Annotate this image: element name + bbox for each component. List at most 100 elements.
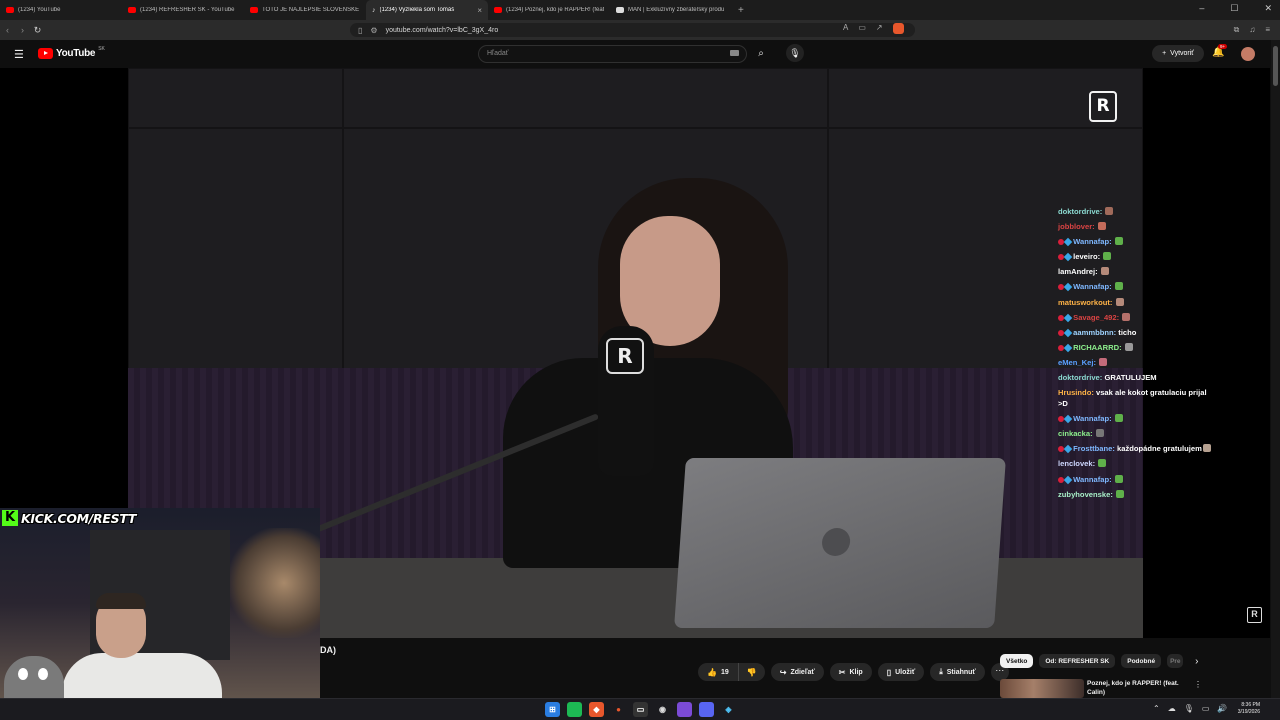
browser-tab[interactable]: MAN | Exkluzívny zberateľský produ <box>610 0 732 20</box>
audio-playing-icon: ♪ <box>372 7 376 14</box>
translate-icon[interactable]: A <box>843 23 848 34</box>
menu-icon[interactable]: ≡ <box>1265 25 1270 35</box>
chat-badges-icon <box>1058 444 1073 454</box>
url-field[interactable]: ▯ ⚙ youtube.com/watch?v=lbC_3gX_4ro <box>350 23 915 37</box>
save-button[interactable]: ▯ Uložiť <box>877 663 925 681</box>
more-options-icon[interactable]: ⋮ <box>1194 680 1202 689</box>
browser-tab-strip: (1234) YouTube (1234) REFRESHER SK - You… <box>0 0 1280 20</box>
chip-from-channel[interactable]: Od: REFRESHER SK <box>1039 654 1116 668</box>
brave-browser-icon[interactable]: ◆ <box>589 702 604 717</box>
acoustic-panel <box>128 68 343 128</box>
browser-tab[interactable]: (1234) Poznej, kdo je RAPPER! (feat. <box>488 0 610 20</box>
bookmark-icon[interactable]: ▯ <box>358 26 362 35</box>
media-icon[interactable]: ♫ <box>1249 25 1255 35</box>
chip-related[interactable]: Podobné <box>1121 654 1162 668</box>
github-icon[interactable]: ◉ <box>655 702 670 717</box>
search-input[interactable]: Hľadať <box>478 45 747 63</box>
windows-start-icon[interactable]: ⊞ <box>545 702 560 717</box>
chat-message: lamAndrej: <box>1058 264 1223 279</box>
forward-icon[interactable]: › <box>15 25 30 35</box>
youtube-icon <box>250 7 258 13</box>
terminal-icon[interactable]: ▭ <box>633 702 648 717</box>
video-title: DA) <box>320 645 336 655</box>
notifications-bell-icon[interactable]: 🔔 9+ <box>1212 44 1228 58</box>
youtube-logo[interactable]: YouTube SK <box>38 46 105 59</box>
site-info-icon[interactable]: ⚙ <box>370 26 377 35</box>
maximize-button[interactable]: ☐ <box>1230 3 1238 14</box>
minimize-button[interactable]: – <box>1199 3 1204 14</box>
page-scrollbar[interactable] <box>1271 40 1280 698</box>
new-tab-button[interactable]: + <box>732 5 744 16</box>
share-button[interactable]: ↪ Zdieľať <box>770 663 824 681</box>
chat-message: doktordrive: GRATULUJEM <box>1058 370 1223 385</box>
youtube-icon <box>6 7 14 13</box>
keyboard-icon[interactable] <box>730 50 739 56</box>
youtube-masthead: ☰ YouTube SK Hľadať ⌕ 🎙 + Vytvoriť 🔔 9+ <box>0 40 1280 68</box>
plus-icon: + <box>1162 50 1167 57</box>
system-clock[interactable]: 8:36 PM 3/19/2026 <box>1230 702 1260 716</box>
browser-tab-active[interactable]: ♪ (1234) Vyzliekla som Tomáš × <box>366 0 488 20</box>
streamer-webcam: K KICK.COM/RESTT <box>0 508 320 720</box>
chat-message: zubyhovenske: <box>1058 487 1223 502</box>
download-button[interactable]: ⤓ Stiahnuť <box>930 663 985 681</box>
steam-icon[interactable]: ◈ <box>721 702 736 717</box>
map-pin-icon[interactable]: ● <box>611 702 626 717</box>
chip-all[interactable]: Všetko <box>1000 654 1034 668</box>
chat-username: lamAndrej: <box>1058 267 1098 277</box>
dislike-button[interactable]: 👎 <box>738 663 765 681</box>
scrollbar-thumb[interactable] <box>1273 46 1278 86</box>
acoustic-panel <box>343 68 828 128</box>
mic-tray-icon[interactable]: 🎙 <box>1184 704 1194 713</box>
like-dislike-group: 👍 19 👎 <box>698 663 765 681</box>
back-icon[interactable]: ‹ <box>0 25 15 35</box>
network-icon[interactable]: ▭ <box>1202 704 1210 713</box>
chat-emote-icon <box>1095 429 1104 438</box>
cloud-icon[interactable]: ☁ <box>1168 704 1176 713</box>
browser-tab[interactable]: (1234) REFRESHER SK - YouTube <box>122 0 244 20</box>
brave-shield-icon[interactable] <box>892 23 904 34</box>
chat-emote-icon <box>1124 342 1133 351</box>
chat-emote-icon <box>1114 474 1123 483</box>
volume-icon[interactable]: 🔊 <box>1217 704 1227 713</box>
microphone-icon[interactable]: 🎙 <box>786 44 804 62</box>
kick-logo-icon: K <box>2 510 18 526</box>
youtube-play-icon <box>38 48 53 59</box>
recommended-video[interactable]: Poznej, kdo je RAPPER! (feat. Calin) ⋮ <box>1000 678 1202 698</box>
channel-watermark-icon[interactable]: R <box>1247 607 1262 623</box>
browser-tab[interactable]: (1234) YouTube <box>0 0 122 20</box>
cast-icon[interactable]: ▭ <box>858 23 866 34</box>
chat-username: doktordrive: <box>1058 207 1103 216</box>
extensions-icon[interactable]: ⧉ <box>1234 25 1240 35</box>
reload-icon[interactable]: ↻ <box>30 25 45 36</box>
chat-message: lenclovek: <box>1058 456 1223 471</box>
like-button[interactable]: 👍 19 <box>698 663 739 681</box>
twitch-icon[interactable] <box>677 702 692 717</box>
recommended-title[interactable]: Poznej, kdo je RAPPER! (feat. Calin) <box>1087 680 1187 697</box>
avatar[interactable] <box>1241 47 1255 61</box>
related-filter-chips: Všetko Od: REFRESHER SK Podobné Pre › <box>1000 654 1198 668</box>
recommended-thumbnail[interactable] <box>1000 679 1084 698</box>
os-taskbar: ⊞ ◆ ● ▭ ◉ ◈ ⌃ ☁ 🎙 ▭ 🔊 8:36 PM 3/19/2026 <box>0 698 1280 720</box>
close-window-button[interactable]: ✕ <box>1264 3 1272 14</box>
create-button[interactable]: + Vytvoriť <box>1152 45 1204 62</box>
apple-logo-icon <box>821 528 852 556</box>
chat-username: Wannafap: <box>1073 237 1112 247</box>
discord-icon[interactable] <box>699 702 714 717</box>
browser-tab[interactable]: TOTO JE NAJLEPŠIE SLOVENSKÉ UM <box>244 0 366 20</box>
chevron-right-icon[interactable]: › <box>1195 656 1198 667</box>
chevron-up-icon[interactable]: ⌃ <box>1153 704 1160 713</box>
chat-emote-icon <box>1114 282 1123 291</box>
app-icon[interactable] <box>567 702 582 717</box>
chip-partial[interactable]: Pre <box>1167 654 1184 668</box>
close-tab-icon[interactable]: × <box>477 6 482 15</box>
chat-username: matusworkout: <box>1058 297 1113 307</box>
chat-message: aammbbnn: ticho <box>1058 325 1223 340</box>
hamburger-menu-icon[interactable]: ☰ <box>14 48 24 61</box>
url-text: youtube.com/watch?v=lbC_3gX_4ro <box>385 26 499 34</box>
chat-badges-icon <box>1058 282 1073 292</box>
webcam-lamp <box>230 528 320 638</box>
clip-button[interactable]: ✂ Klip <box>829 663 872 681</box>
search-icon[interactable]: ⌕ <box>752 45 770 63</box>
share-icon[interactable]: ↗ <box>876 23 883 34</box>
chat-message: Wannafap: <box>1058 411 1223 426</box>
